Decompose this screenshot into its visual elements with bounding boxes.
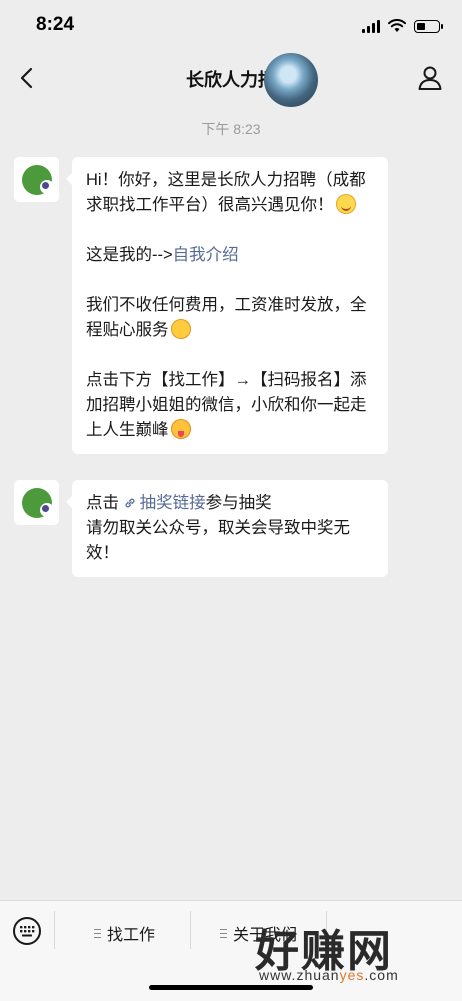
logo-icon — [22, 165, 54, 195]
watermark-url-part: .com — [364, 967, 399, 983]
message-paragraph: 参与抽奖 — [205, 494, 272, 512]
smile-emoji-icon — [335, 194, 356, 214]
message-row: 点击 抽奖链接参与抽奖 请勿取关公众号，取关会导致中奖无效！ — [14, 480, 388, 577]
home-indicator[interactable] — [149, 985, 313, 990]
message-timestamp: 下午 8:23 — [201, 121, 261, 137]
chat-header: 长欣人力招 — [0, 52, 462, 108]
message-text: 请勿取关公众号，取关会导致中奖无效！ — [86, 519, 350, 562]
message-text: Hi！你好，这里是长欣人力招聘（成都求职找工作平台）很高兴遇见你！ — [86, 168, 374, 218]
menu-icon — [220, 928, 227, 938]
message-text: 我们不收任何费用，工资准时发放，全程贴心服务 — [86, 293, 374, 343]
status-bar: 8:24 — [0, 0, 462, 52]
sender-avatar[interactable] — [14, 480, 59, 525]
wifi-icon — [388, 19, 406, 32]
menu-divider — [190, 911, 191, 949]
watermark-url: www.zhuanyes.com — [259, 967, 399, 983]
status-time: 8:24 — [36, 14, 75, 35]
chat-title: 长欣人力招 — [186, 70, 276, 90]
link-icon — [125, 498, 135, 508]
lottery-link[interactable]: 抽奖链接 — [140, 494, 206, 512]
account-avatar[interactable] — [264, 53, 318, 107]
self-intro-link[interactable]: 自我介绍 — [173, 246, 239, 264]
message-paragraph: 这是我的--> — [86, 246, 173, 264]
message-paragraph: Hi！你好，这里是长欣人力招聘（成都求职找工作平台）很高兴遇见你！ — [86, 171, 366, 214]
watermark-url-part: yes — [339, 967, 365, 983]
menu-item-label: 找工作 — [107, 927, 156, 944]
profile-icon[interactable] — [416, 64, 444, 92]
menu-item-find-job[interactable]: 找工作 — [94, 919, 155, 947]
message-text: 点击 抽奖链接参与抽奖 — [86, 491, 374, 516]
keyboard-icon[interactable] — [12, 916, 42, 946]
watermark: 好赚网 www.zhuanyes.com — [255, 915, 445, 990]
signal-icon — [362, 19, 380, 33]
message-bubble: 点击 抽奖链接参与抽奖 请勿取关公众号，取关会导致中奖无效！ — [66, 480, 388, 577]
message-bubble: Hi！你好，这里是长欣人力招聘（成都求职找工作平台）很高兴遇见你！ 这是我的--… — [66, 157, 388, 454]
status-icons — [362, 18, 443, 34]
battery-icon — [414, 19, 443, 33]
sender-avatar[interactable] — [14, 157, 59, 202]
hug-emoji-icon — [170, 319, 191, 339]
watermark-url-part: www.zhuan — [259, 967, 340, 983]
message-paragraph: 我们不收任何费用，工资准时发放，全程贴心服务 — [86, 296, 367, 339]
menu-divider — [54, 911, 55, 949]
message-paragraph: 点击 — [86, 494, 119, 512]
message-text: 点击下方【找工作】→【扫码报名】添加招聘小姐姐的微信，小欣和你一起走上人生巅峰 — [86, 368, 374, 443]
message-text: 这是我的-->自我介绍 — [86, 243, 374, 268]
menu-icon — [94, 928, 101, 938]
message-paragraph: 点击下方【找工作】→【扫码报名】添加招聘小姐姐的微信，小欣和你一起走上人生巅峰 — [86, 371, 367, 439]
tongue-emoji-icon — [170, 419, 191, 439]
message-row: Hi！你好，这里是长欣人力招聘（成都求职找工作平台）很高兴遇见你！ 这是我的--… — [14, 157, 388, 454]
logo-icon — [22, 488, 54, 518]
